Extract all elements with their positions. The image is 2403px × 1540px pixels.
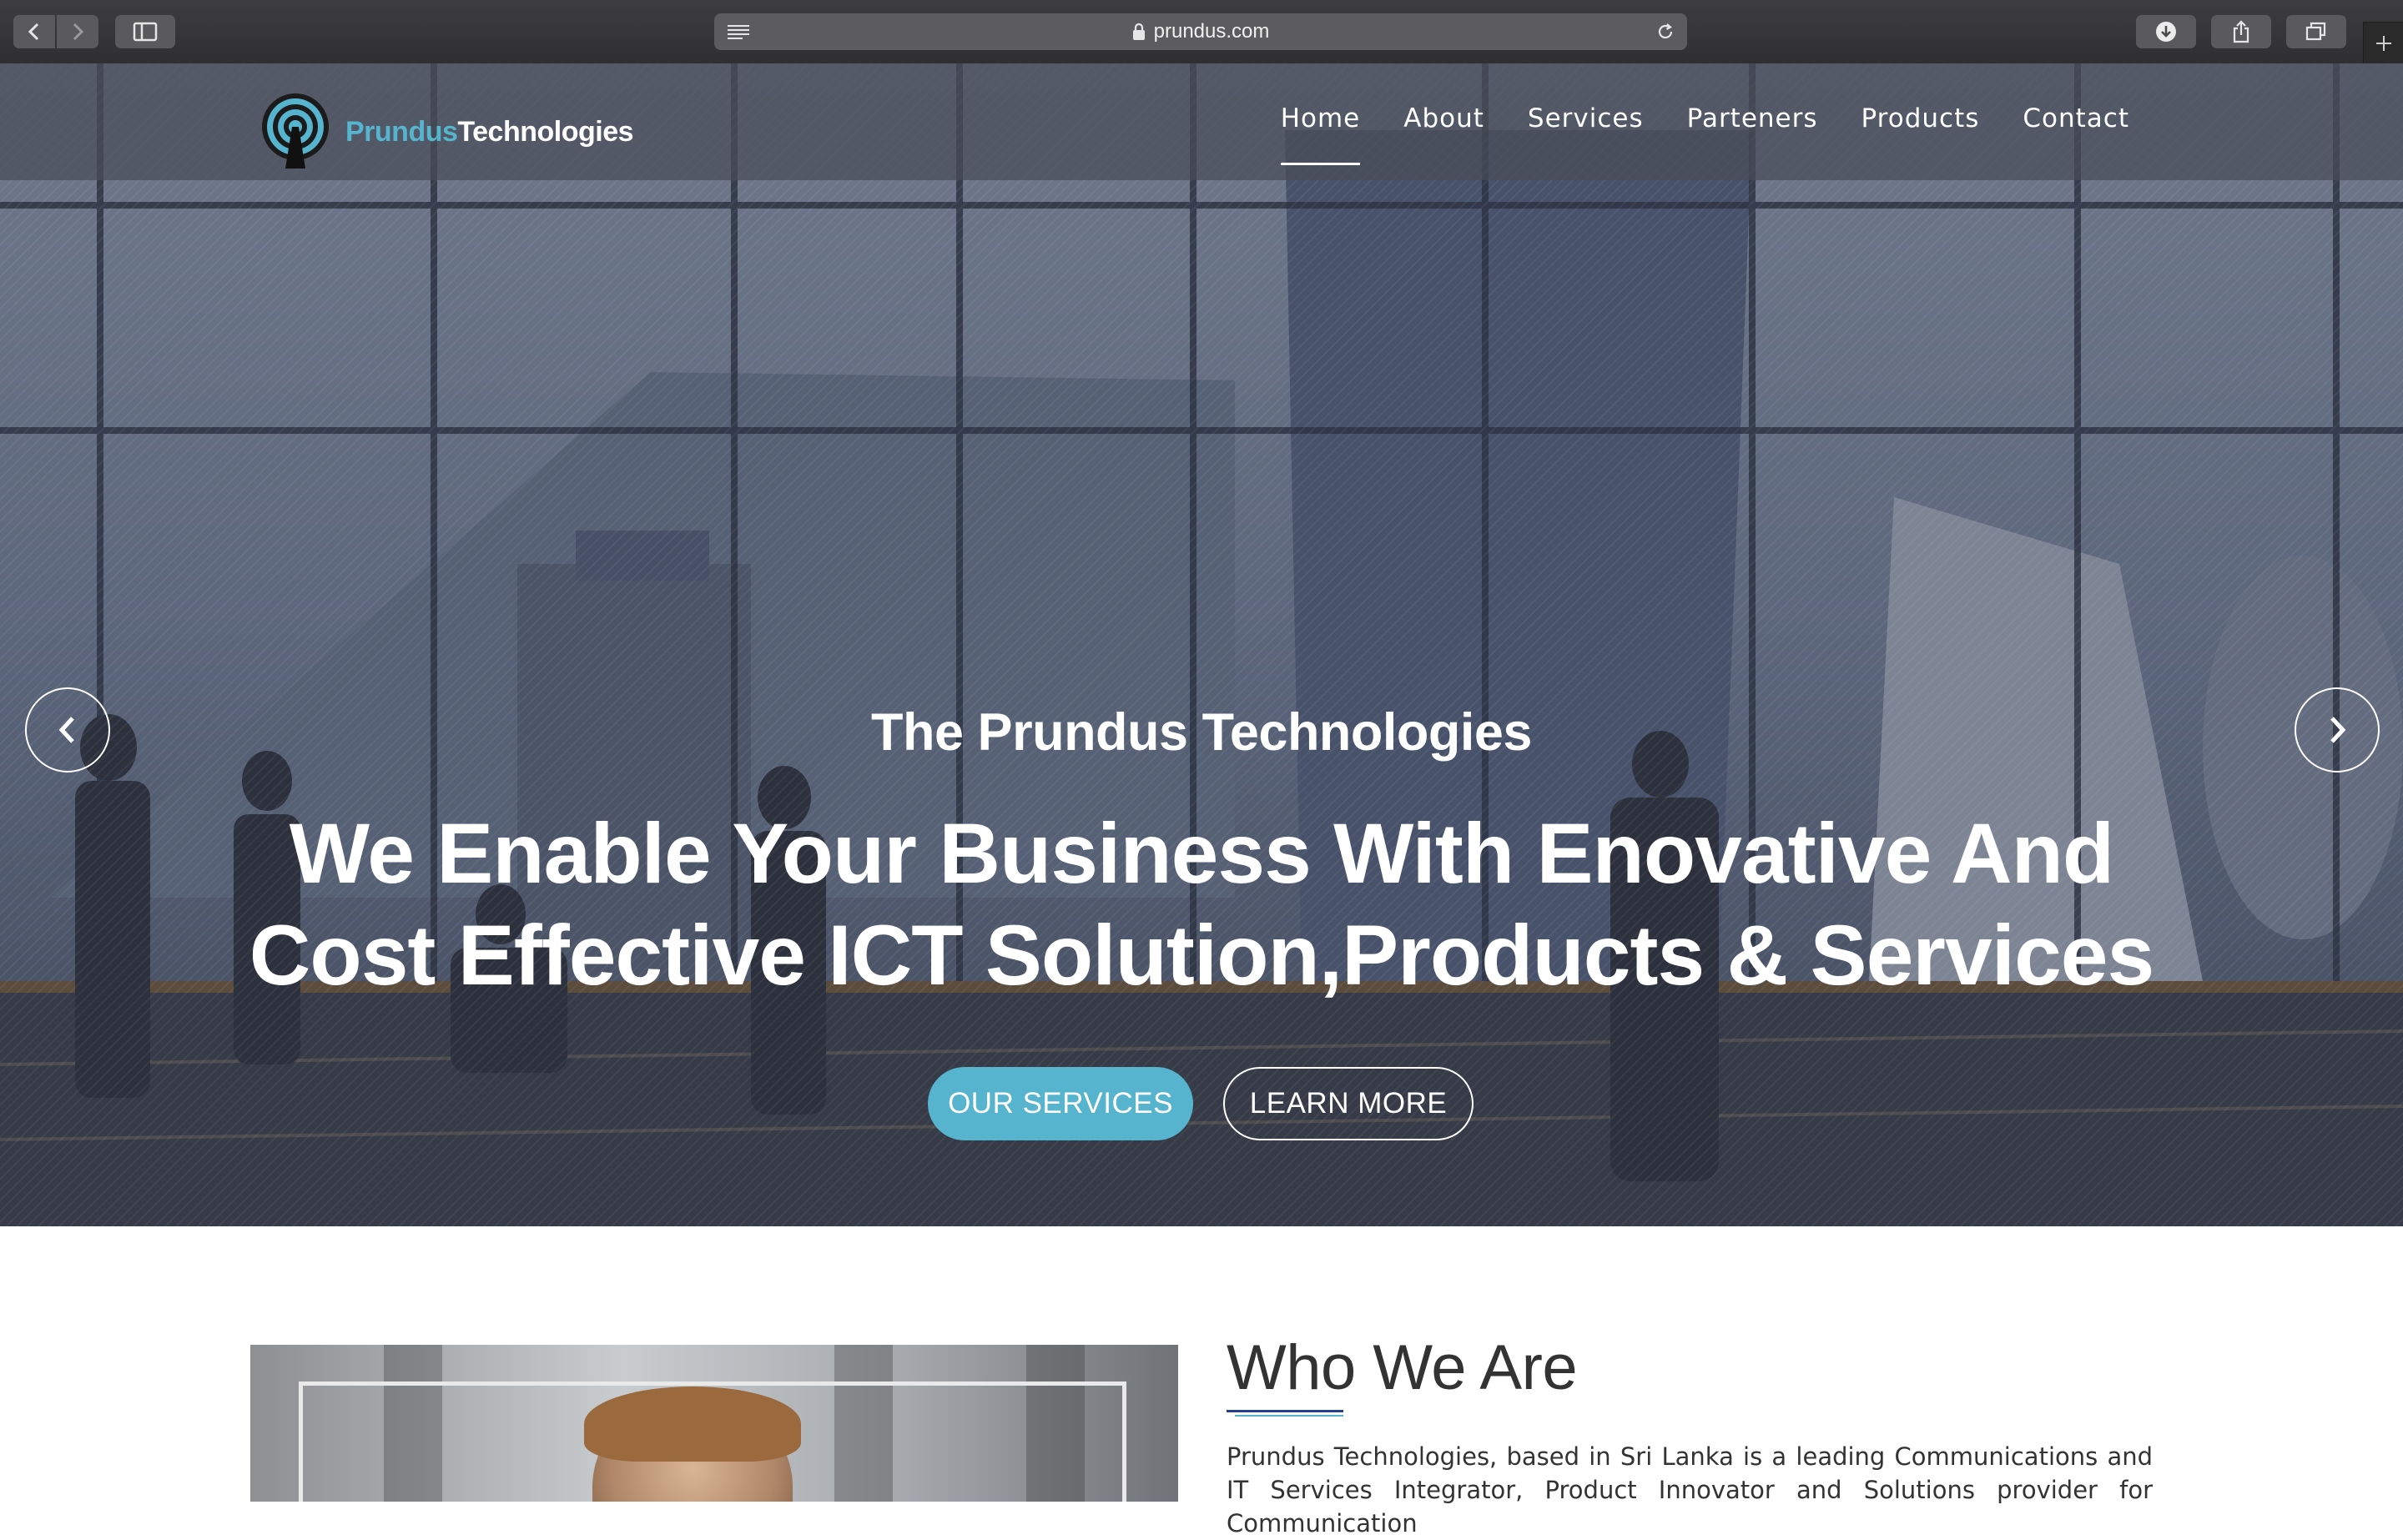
chevron-right-icon xyxy=(73,23,84,41)
download-icon xyxy=(2156,22,2176,42)
back-button[interactable] xyxy=(13,15,55,48)
learn-more-button[interactable]: LEARN MORE xyxy=(1223,1067,1474,1140)
our-services-button[interactable]: OUR SERVICES xyxy=(928,1067,1193,1140)
share-button[interactable] xyxy=(2211,15,2271,48)
lock-icon xyxy=(1132,23,1145,40)
browser-toolbar: prundus.com xyxy=(0,0,2403,64)
plus-icon xyxy=(2376,36,2391,51)
main-nav: Home About Services Parteners Products C… xyxy=(1280,103,2129,165)
about-image xyxy=(250,1345,1178,1502)
antenna-logo-icon xyxy=(262,93,329,169)
url-text: prundus.com xyxy=(1153,20,1270,43)
nav-products[interactable]: Products xyxy=(1861,103,1980,133)
new-tab-button[interactable] xyxy=(2363,22,2403,64)
nav-contact[interactable]: Contact xyxy=(2023,103,2129,133)
nav-home[interactable]: Home xyxy=(1280,103,1361,165)
hero-slider: The Prundus Technologies We Enable Your … xyxy=(0,63,2403,1226)
sidebar-button[interactable] xyxy=(115,15,175,48)
nav-about[interactable]: About xyxy=(1403,103,1484,133)
address-bar[interactable]: prundus.com xyxy=(714,13,1687,50)
chevron-left-icon xyxy=(28,23,39,41)
tabs-button[interactable] xyxy=(2286,15,2346,48)
reload-icon[interactable] xyxy=(1655,22,1675,42)
title-underline xyxy=(1227,1410,1343,1412)
title-underline-accent xyxy=(1235,1415,1343,1417)
tabs-icon xyxy=(2305,22,2326,41)
logo-text-technologies: Technologies xyxy=(457,115,634,148)
hero-subtitle: The Prundus Technologies xyxy=(871,703,1532,762)
downloads-button[interactable] xyxy=(2136,15,2196,48)
sidebar-icon xyxy=(133,22,158,42)
about-text: Prundus Technologies, based in Sri Lanka… xyxy=(1227,1442,2153,1537)
site-logo[interactable]: PrundusTechnologies xyxy=(255,92,634,172)
image-frame xyxy=(299,1381,1126,1502)
site-navbar: PrundusTechnologies Home About Services … xyxy=(0,63,2403,180)
nav-services[interactable]: Services xyxy=(1528,103,1644,133)
hero-title: We Enable Your Business With Enovative A… xyxy=(249,806,2155,1003)
about-title: Who We Are xyxy=(1227,1332,1578,1403)
forward-button[interactable] xyxy=(57,15,98,48)
share-icon xyxy=(2233,20,2249,43)
nav-parteners[interactable]: Parteners xyxy=(1687,103,1818,133)
logo-text-prundus: Prundus xyxy=(345,115,458,148)
